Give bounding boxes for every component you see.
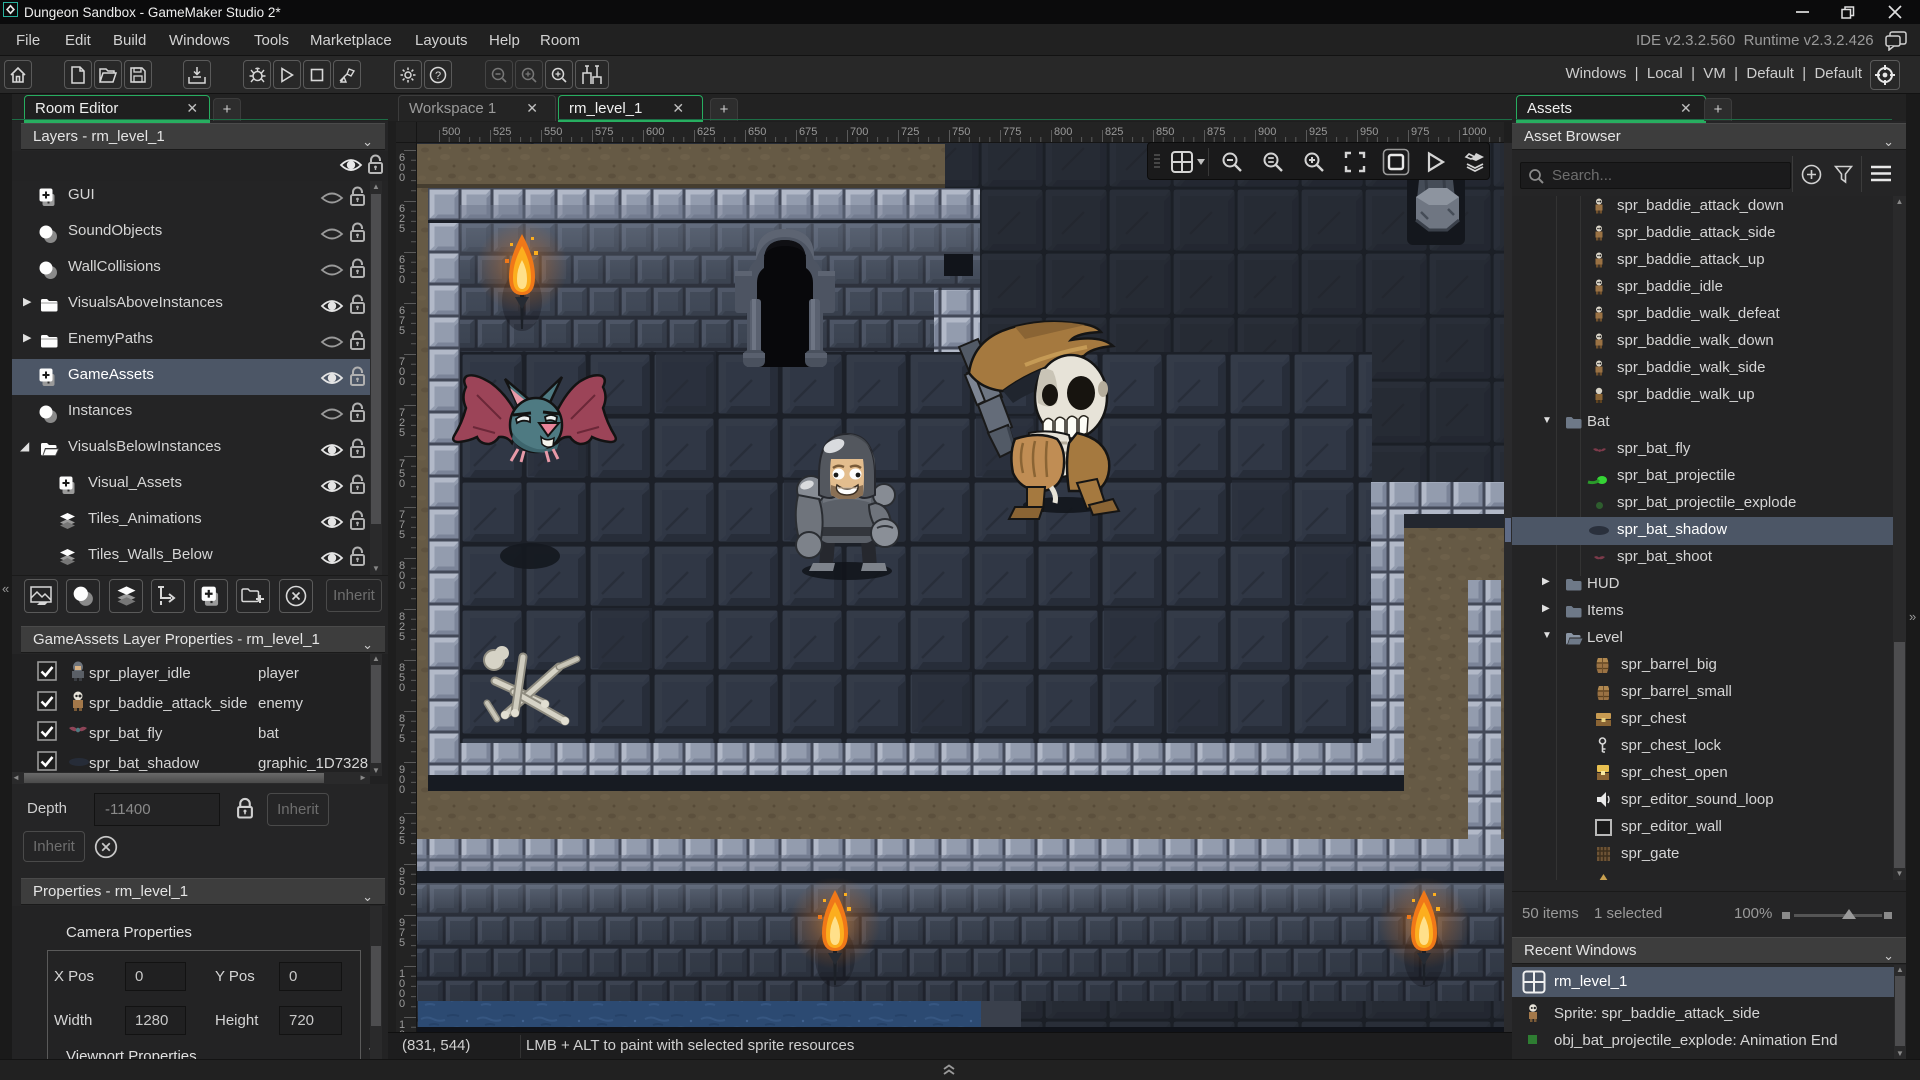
svg-text:900: 900 bbox=[399, 764, 405, 796]
svg-text:675: 675 bbox=[399, 305, 405, 337]
svg-text:950: 950 bbox=[1360, 126, 1378, 138]
svg-text:775: 775 bbox=[1003, 126, 1021, 138]
svg-text:975: 975 bbox=[1411, 126, 1429, 138]
svg-text:950: 950 bbox=[399, 866, 405, 898]
svg-text:675: 675 bbox=[799, 126, 817, 138]
svg-text:800: 800 bbox=[1054, 126, 1072, 138]
svg-text:700: 700 bbox=[399, 356, 405, 388]
svg-text:875: 875 bbox=[399, 713, 405, 745]
svg-text:525: 525 bbox=[493, 126, 511, 138]
svg-text:750: 750 bbox=[399, 458, 405, 490]
svg-text:1025: 1025 bbox=[399, 1019, 405, 1032]
svg-text:775: 775 bbox=[399, 509, 405, 541]
svg-text:825: 825 bbox=[399, 611, 405, 643]
svg-text:575: 575 bbox=[595, 126, 613, 138]
svg-text:1000: 1000 bbox=[1462, 126, 1486, 138]
svg-text:1000: 1000 bbox=[399, 968, 405, 1010]
svg-text:500: 500 bbox=[442, 126, 460, 138]
svg-text:?: ? bbox=[435, 70, 441, 82]
svg-text:850: 850 bbox=[1156, 126, 1174, 138]
svg-text:900: 900 bbox=[1258, 126, 1276, 138]
svg-text:875: 875 bbox=[1207, 126, 1225, 138]
svg-text:625: 625 bbox=[697, 126, 715, 138]
svg-text:550: 550 bbox=[544, 126, 562, 138]
svg-text:725: 725 bbox=[399, 407, 405, 439]
svg-text:700: 700 bbox=[850, 126, 868, 138]
svg-text:725: 725 bbox=[901, 126, 919, 138]
svg-text:625: 625 bbox=[399, 203, 405, 235]
svg-text:800: 800 bbox=[399, 560, 405, 592]
svg-text:600: 600 bbox=[399, 152, 405, 184]
svg-text:600: 600 bbox=[646, 126, 664, 138]
svg-text:925: 925 bbox=[1309, 126, 1327, 138]
svg-text:650: 650 bbox=[399, 254, 405, 286]
svg-text:650: 650 bbox=[748, 126, 766, 138]
svg-text:850: 850 bbox=[399, 662, 405, 694]
svg-text:825: 825 bbox=[1105, 126, 1123, 138]
svg-text:975: 975 bbox=[399, 917, 405, 949]
svg-text:925: 925 bbox=[399, 815, 405, 847]
svg-text:750: 750 bbox=[952, 126, 970, 138]
